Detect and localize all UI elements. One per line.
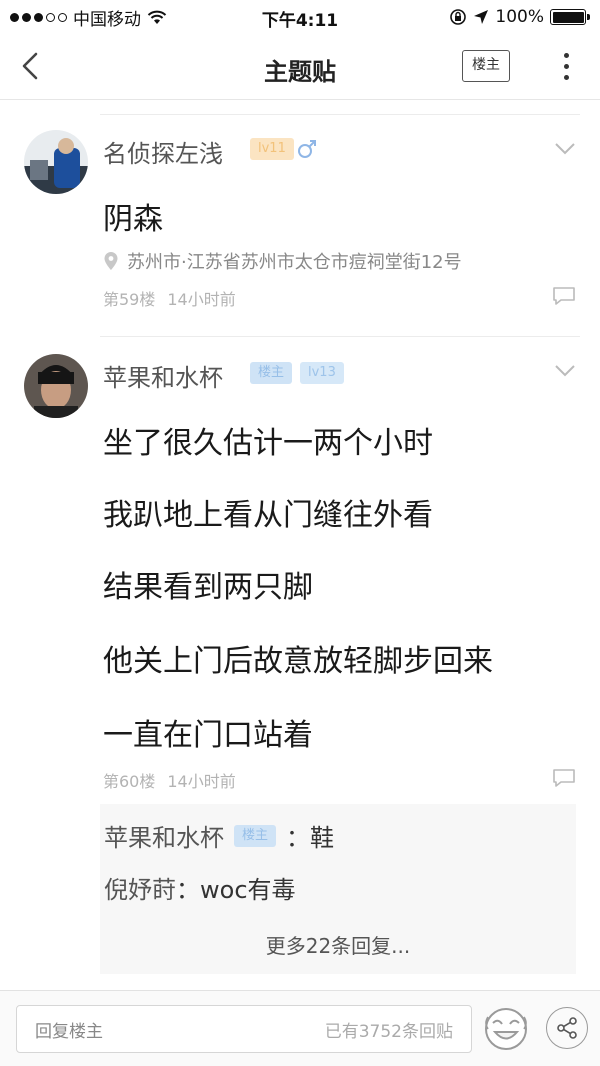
share-button[interactable] [546, 1007, 588, 1049]
sub-reply-separator: ： [286, 824, 311, 852]
battery-icon [550, 9, 590, 25]
location-info: 苏州市·江苏省苏州市太仓市痘祠堂街12号 [103, 248, 462, 274]
level-badge: lv13 [300, 362, 344, 384]
page-title: 主题贴 [264, 58, 336, 86]
username[interactable]: 苹果和水杯 [103, 358, 223, 393]
signal-strength-icon [10, 12, 67, 22]
status-left: 中国移动 [10, 5, 167, 30]
location-arrow-icon [474, 10, 489, 24]
post-content-line: 他关上门后故意放轻脚步回来 [103, 644, 493, 679]
divider [100, 114, 580, 115]
carrier-name: 中国移动 [73, 9, 141, 30]
comment-icon[interactable] [552, 286, 576, 306]
floor-number: 第59楼 [103, 290, 156, 309]
location-text: 苏州市·江苏省苏州市太仓市痘祠堂街12号 [127, 252, 462, 273]
sub-reply-text: 鞋 [310, 824, 335, 852]
emoji-icon[interactable] [480, 1003, 532, 1055]
sub-reply[interactable]: 倪妤莳 ： woc有毒 [104, 870, 296, 905]
more-options-icon[interactable] [552, 48, 580, 84]
reply-placeholder: 回复楼主 [35, 1021, 103, 1042]
reply-input[interactable]: 回复楼主 已有3752条回贴 [16, 1005, 472, 1053]
post-meta: 第59楼 14小时前 [103, 286, 236, 310]
avatar[interactable] [24, 354, 88, 418]
chevron-down-icon[interactable] [554, 142, 576, 156]
floor-number: 第60楼 [103, 772, 156, 791]
host-badge: 楼主 [250, 362, 293, 384]
host-badge: 楼主 [234, 824, 277, 847]
post-meta: 第60楼 14小时前 [103, 768, 236, 792]
sub-reply-separator: ： [176, 876, 200, 904]
comment-icon[interactable] [552, 768, 576, 788]
divider [100, 336, 580, 337]
post-content-line: 我趴地上看从门缝往外看 [103, 498, 433, 533]
post-content-line: 一直在门口站着 [103, 718, 313, 753]
status-bar: 中国移动 下午4:11 100% [0, 0, 600, 34]
post-time: 14小时前 [167, 772, 236, 791]
sub-reply-author[interactable]: 苹果和水杯 [104, 818, 224, 853]
post-content-line: 结果看到两只脚 [103, 570, 313, 605]
post-content-line: 坐了很久估计一两个小时 [103, 426, 433, 461]
share-icon [557, 1017, 577, 1039]
sub-reply-author[interactable]: 倪妤莳 [104, 870, 176, 905]
post-content-line: 阴森 [103, 202, 163, 237]
male-gender-icon [298, 140, 316, 158]
username[interactable]: 名侦探左浅 [103, 134, 223, 169]
sub-reply[interactable]: 苹果和水杯 楼主 ： 鞋 [104, 818, 334, 853]
only-host-button[interactable]: 楼主 [462, 50, 510, 82]
level-badge: lv11 [250, 138, 294, 160]
chevron-down-icon[interactable] [554, 364, 576, 378]
reply-count: 已有3752条回贴 [324, 1021, 453, 1042]
avatar[interactable] [24, 130, 88, 194]
location-pin-icon [104, 252, 118, 270]
more-replies-link[interactable]: 更多22条回复... [100, 930, 576, 959]
sub-replies: 苹果和水杯 楼主 ： 鞋 倪妤莳 ： woc有毒 更多22条回复... [100, 804, 576, 974]
battery-percent: 100% [495, 7, 544, 27]
bottom-reply-bar: 回复楼主 已有3752条回贴 [0, 990, 600, 1066]
orientation-lock-icon [450, 9, 467, 25]
post-time: 14小时前 [167, 290, 236, 309]
status-right: 100% [449, 7, 590, 27]
nav-bar: 主题贴 楼主 [0, 34, 600, 100]
sub-reply-text: woc有毒 [200, 876, 296, 904]
wifi-icon [147, 10, 167, 24]
